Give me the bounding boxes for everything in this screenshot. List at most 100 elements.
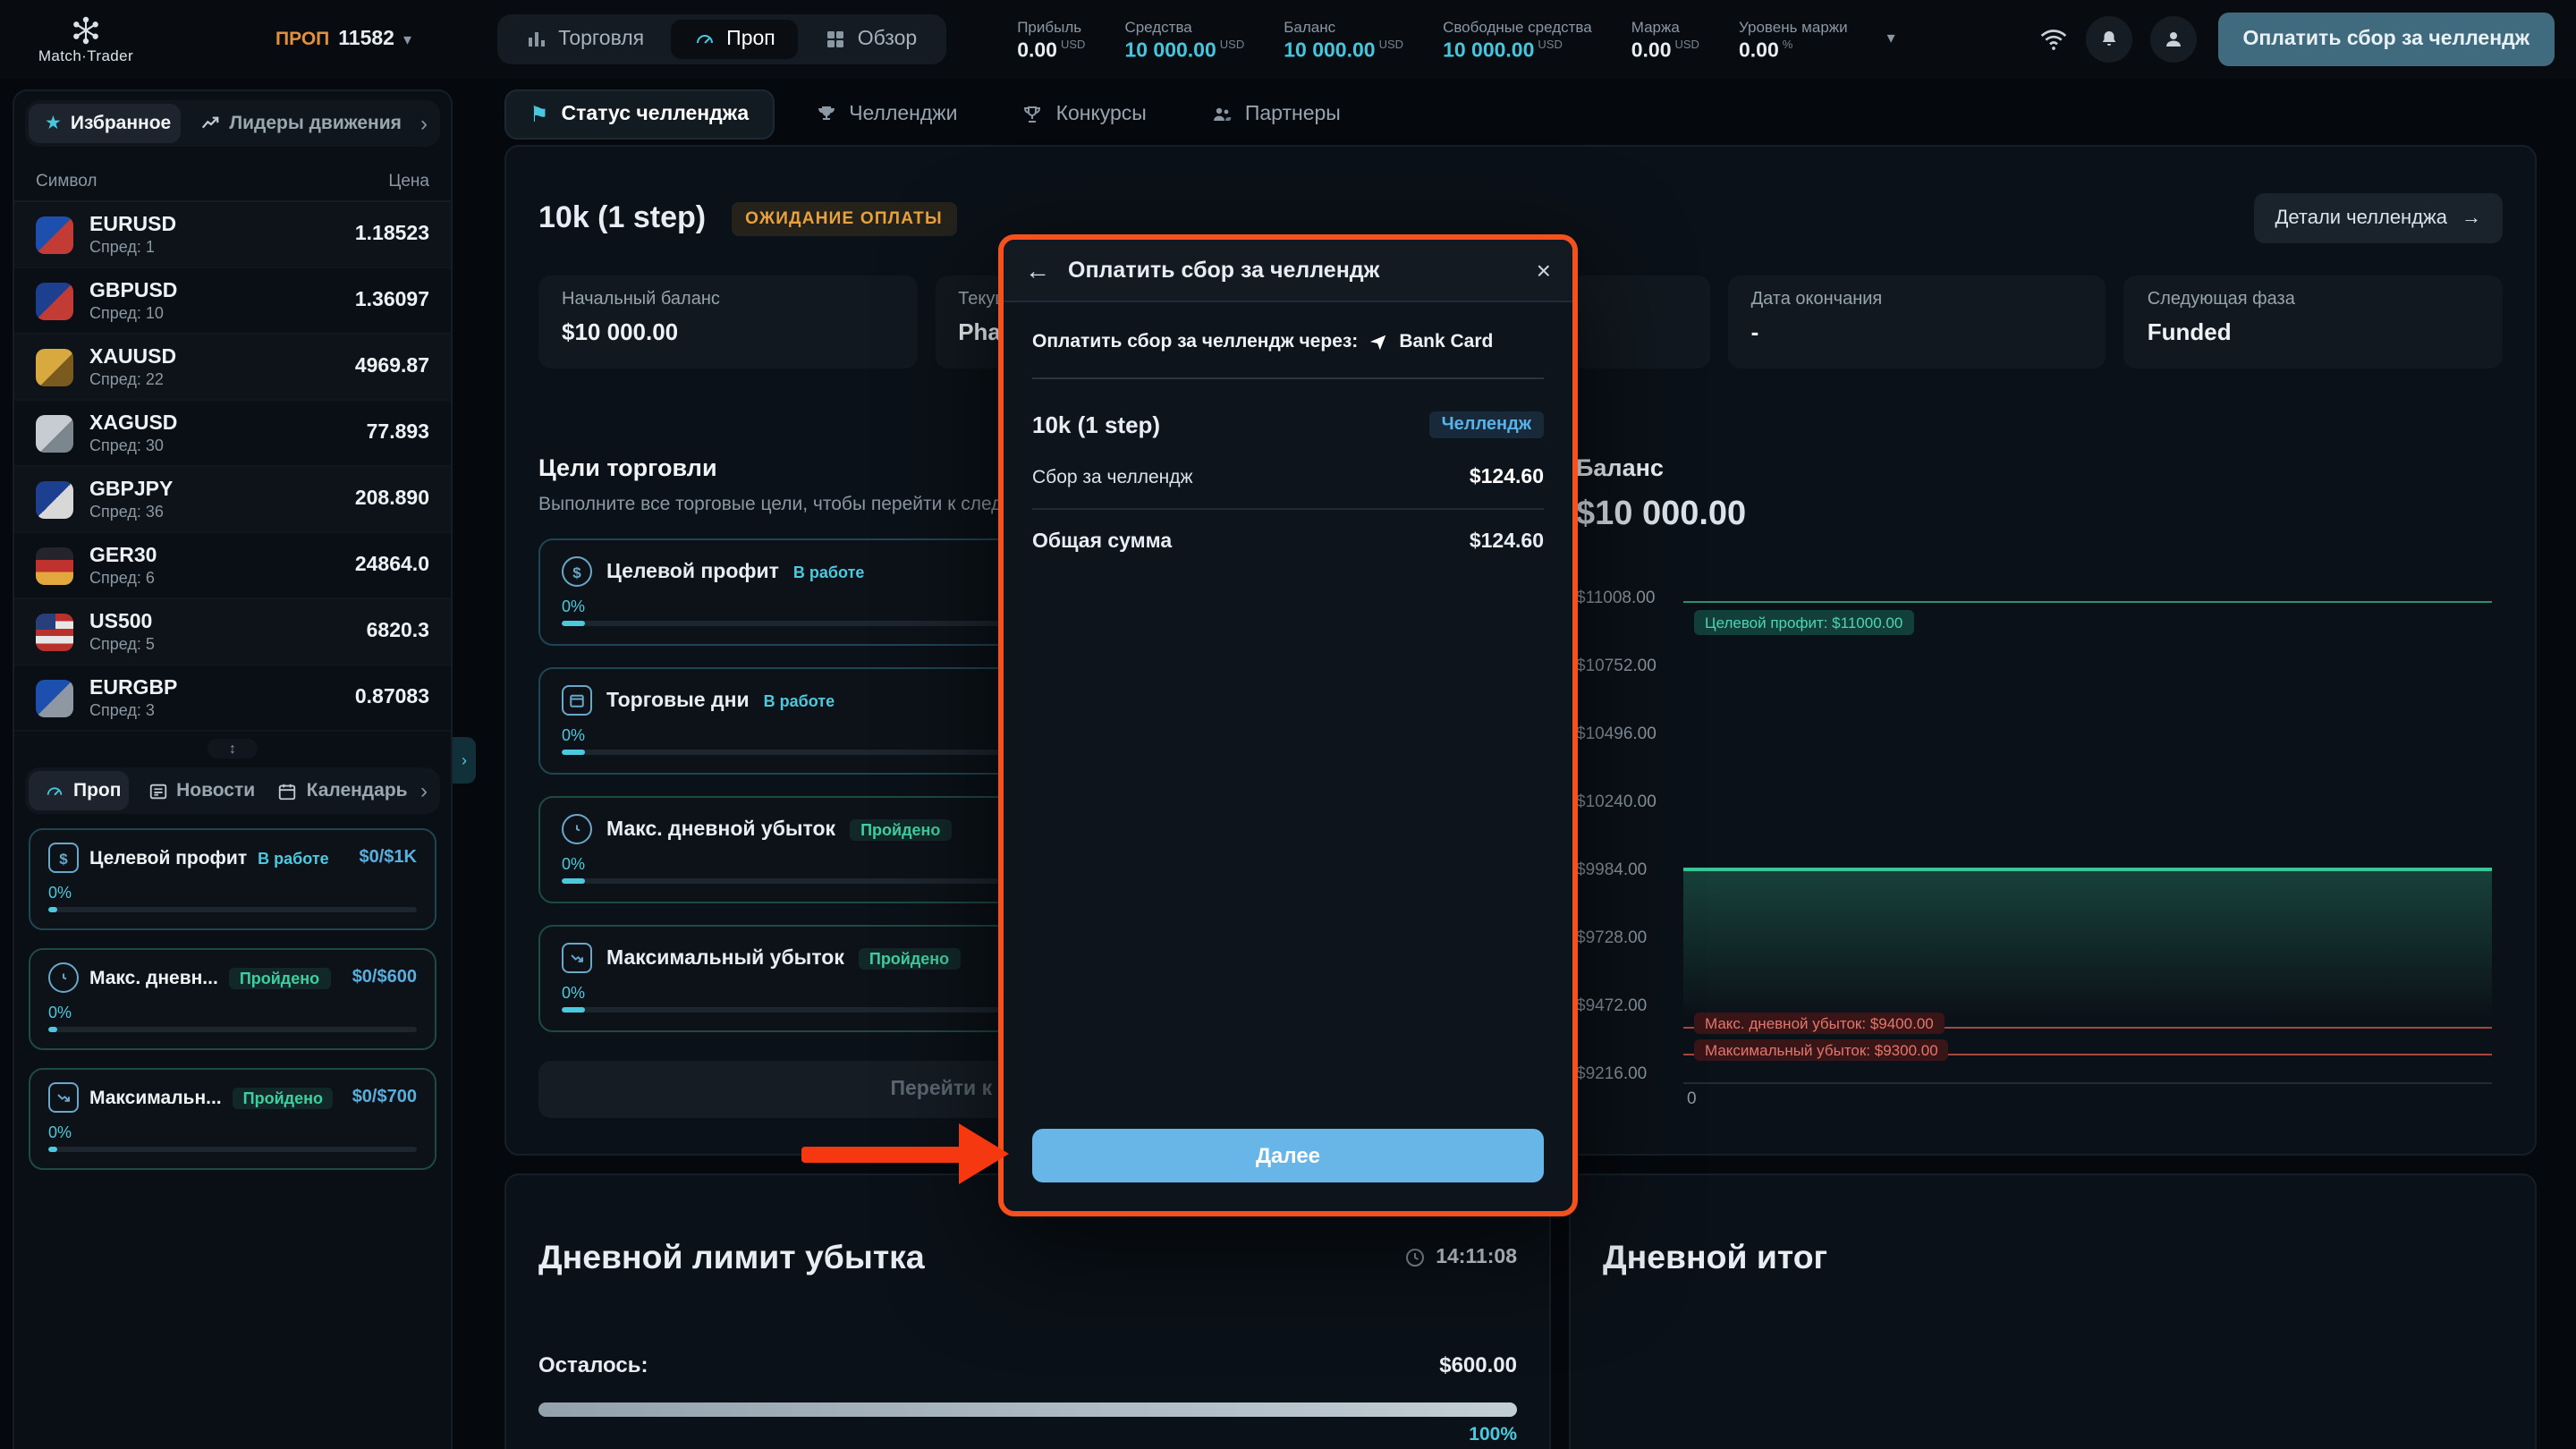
balance-title: Баланс [1576,454,2506,481]
watchlist-row[interactable]: GER30Спред: 6 24864.0 [14,533,451,599]
flag-icon: ⚑ [530,102,549,127]
column-symbol: Символ [36,172,97,191]
news-icon [148,781,167,801]
goal-progress-label: 0% [48,1123,417,1141]
stat-equity: Средства 10 000.00USD [1124,17,1244,62]
progress-bar [48,907,417,912]
status-badge: Пройдено [859,947,960,969]
payment-method-icon [1368,332,1388,352]
cup-icon [1022,104,1044,125]
goal-card-max-daily-loss[interactable]: Макс. дневн... Пройдено $0/$600 0% [29,948,436,1050]
status-badge: Пройдено [850,818,951,840]
challenge-title: 10k (1 step) [538,200,706,236]
tab-movers[interactable]: Лидеры движения [184,104,408,143]
timer-clock-icon [1403,1246,1425,1267]
watchlist-tabs: ★ Избранное Лидеры движения › [25,100,440,147]
prop-icon [694,29,716,50]
match-trader-logo-icon [72,15,100,44]
stat-balance: Баланс 10 000.00USD [1284,17,1403,62]
trend-icon [200,114,220,133]
tab-challenges[interactable]: Челленджи [792,93,980,136]
chevron-right-icon[interactable]: › [411,111,436,136]
status-badge: Пройдено [229,967,330,988]
tab-partners[interactable]: Партнеры [1188,93,1364,136]
back-arrow-icon[interactable]: ← [1025,256,1050,284]
watchlist-row[interactable]: XAUUSDСпред: 22 4969.87 [14,335,451,401]
goal-value: $0/$600 [352,968,417,987]
overview-icon [826,29,847,50]
star-icon: ★ [45,113,62,134]
stats-chevron-down-icon[interactable]: ▾ [1887,30,1895,49]
goal-progress-label: 0% [48,884,417,902]
main-tabs: ⚑ Статус челленджа Челленджи Конкурсы Па… [504,89,1364,140]
calendar-icon [278,781,298,801]
watchlist-row[interactable]: EURGBPСпред: 3 0.87083 [14,665,451,732]
modal-header: ← Оплатить сбор за челлендж × [1004,240,1572,302]
sidebar: ★ Избранное Лидеры движения › Символ Цен… [13,89,453,1449]
watchlist-rows: EURUSDСпред: 1 1.18523 GBPUSDСпред: 10 1… [14,202,451,732]
chevron-right-icon: › [462,751,467,769]
tab-calendar[interactable]: Календарь [262,771,408,810]
sidebar-expand-toggle[interactable]: › [453,737,476,784]
tab-prop[interactable]: Проп [671,20,799,59]
trophy-icon [815,104,836,125]
tab-challenge-status[interactable]: ⚑ Статус челленджа [504,89,774,140]
fee-value: $124.60 [1470,467,1544,488]
bell-icon [2097,29,2119,50]
tab-trading[interactable]: Торговля [503,20,667,59]
notifications-button[interactable] [2085,16,2131,63]
eurusd-flag-icon [36,216,73,253]
pay-challenge-fee-modal: ← Оплатить сбор за челлендж × Оплатить с… [998,234,1578,1216]
daily-summary-panel: Дневной итог [1569,1174,2537,1449]
balance-value: $10 000.00 [1576,496,2506,535]
total-label: Общая сумма [1032,531,1172,553]
goal-progress-label: 0% [48,1004,417,1021]
watchlist-row[interactable]: GBPJPYСпред: 36 208.890 [14,467,451,533]
tab-prop-widget[interactable]: Проп [29,771,128,810]
balance-chart: $11008.00 $10752.00 $10496.00 $10240.00 … [1576,560,2506,1114]
status-badge: В работе [793,563,865,580]
account-selector[interactable]: ПРОП 11582 ▾ [275,29,411,50]
payment-method-value: Bank Card [1399,331,1493,352]
tab-news[interactable]: Новости [131,771,258,810]
arrow-right-icon: → [2462,208,2481,229]
info-card-initial-balance: Начальный баланс$10 000.00 [538,275,917,369]
target-profit-line [1683,601,2492,603]
max-loss-line: Максимальный убыток: $9300.00 [1683,1054,2492,1055]
goal-card-target-profit[interactable]: $ Целевой профит В работе $0/$1K 0% [29,828,436,930]
account-type: ПРОП [275,29,329,50]
modal-body: Оплатить сбор за челлендж через: Bank Ca… [1004,302,1572,1211]
challenge-details-button[interactable]: Детали челленджа → [2253,193,2503,243]
chevron-right-icon[interactable]: › [411,778,436,803]
top-nav-tabs: Торговля Проп Обзор [497,14,945,64]
topbar: Match·Trader ПРОП 11582 ▾ Торговля Проп [0,0,2576,79]
watchlist-collapse-handle[interactable]: ↕ [14,739,451,758]
sidebar-goal-cards: $ Целевой профит В работе $0/$1K 0% Макс… [14,814,451,1170]
wifi-icon [2038,27,2067,52]
tab-favorites[interactable]: ★ Избранное [29,104,181,143]
pay-challenge-fee-button[interactable]: Оплатить сбор за челлендж [2217,13,2555,66]
plan-name: 10k (1 step) [1032,411,1160,438]
chart-down-icon [48,1082,79,1113]
target-profit-annotation: Целевой профит: $11000.00 [1694,610,1913,635]
banknote-icon: $ [48,843,79,873]
watchlist-row[interactable]: US500Спред: 5 6820.3 [14,599,451,665]
profile-button[interactable] [2149,16,2196,63]
x-axis [1683,1082,2492,1084]
goal-value: $0/$1K [360,848,418,868]
watchlist-row[interactable]: XAGUSDСпред: 30 77.893 [14,401,451,467]
tab-contests[interactable]: Конкурсы [999,93,1170,136]
stat-margin: Маржа 0.00USD [1631,17,1699,62]
modal-next-button[interactable]: Далее [1032,1129,1544,1182]
balance-chart-section: Баланс $10 000.00 $11008.00 $10752.00 $1… [1576,454,2506,1114]
goal-card-max-loss[interactable]: Максимальн... Пройдено $0/$700 0% [29,1068,436,1170]
tab-overview[interactable]: Обзор [802,20,940,59]
max-loss-annotation: Максимальный убыток: $9300.00 [1694,1039,1949,1061]
watchlist-row[interactable]: GBPUSDСпред: 10 1.36097 [14,268,451,335]
close-icon[interactable]: × [1537,256,1551,284]
tab-overview-label: Обзор [858,29,917,50]
watchlist-row[interactable]: EURUSDСпред: 1 1.18523 [14,202,451,268]
ger30-flag-icon [36,547,73,584]
daily-limit-title: Дневной лимит убытка [538,1237,925,1276]
trading-icon [526,29,547,50]
